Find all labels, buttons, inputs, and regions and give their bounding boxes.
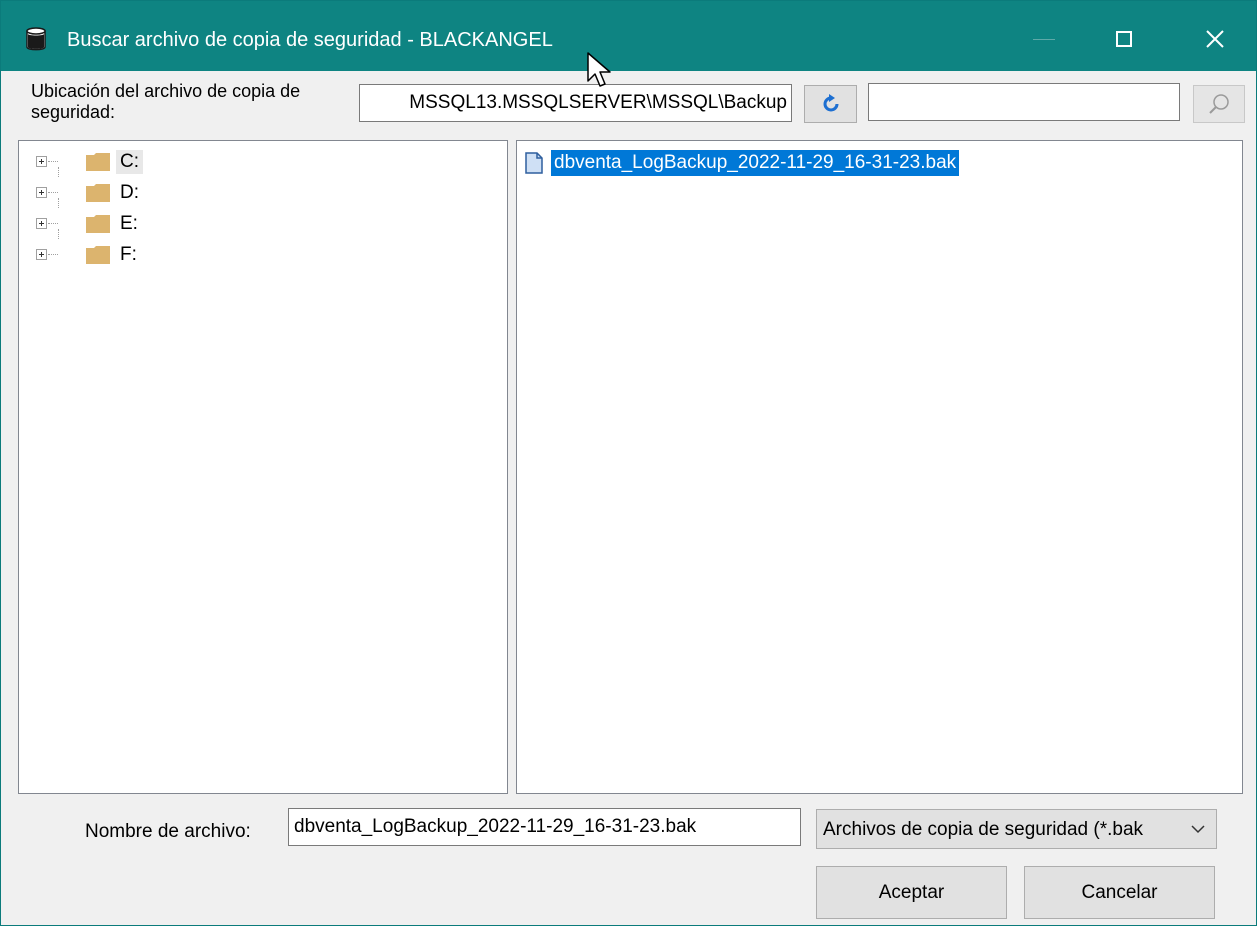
accept-button[interactable]: Aceptar bbox=[816, 866, 1007, 919]
folder-icon bbox=[86, 184, 110, 202]
close-icon bbox=[1206, 30, 1224, 48]
title-bar[interactable]: Buscar archivo de copia de seguridad - B… bbox=[1, 1, 1256, 71]
tree-item-label: D: bbox=[120, 182, 139, 203]
tree-item-drive-f[interactable]: F: bbox=[36, 241, 176, 269]
filename-value: dbventa_LogBackup_2022-11-29_16-31-23.ba… bbox=[294, 816, 697, 837]
maximize-icon bbox=[1116, 31, 1132, 47]
backup-location-value: MSSQL13.MSSQLSERVER\MSSQL\Backup bbox=[409, 92, 787, 113]
folder-tree[interactable]: C: D: E: F: bbox=[18, 140, 508, 794]
file-icon bbox=[525, 152, 543, 174]
tree-item-drive-e[interactable]: E: bbox=[36, 210, 176, 239]
filename-label: Nombre de archivo: bbox=[85, 821, 251, 842]
backup-location-input[interactable]: MSSQL13.MSSQLSERVER\MSSQL\Backup bbox=[359, 84, 792, 122]
tree-item-drive-c[interactable]: C: bbox=[36, 148, 176, 177]
tree-connector bbox=[58, 229, 60, 239]
minimize-icon bbox=[1033, 38, 1055, 40]
location-label: Ubicación del archivo de copia de seguri… bbox=[31, 81, 301, 122]
folder-icon bbox=[86, 153, 110, 171]
backup-file-dialog: Buscar archivo de copia de seguridad - B… bbox=[0, 0, 1257, 926]
mouse-pointer-icon bbox=[587, 52, 611, 87]
tree-connector bbox=[48, 192, 58, 194]
tree-item-label: F: bbox=[120, 244, 137, 265]
file-type-dropdown[interactable]: Archivos de copia de seguridad (*.bak bbox=[816, 809, 1217, 849]
chevron-down-icon bbox=[1191, 825, 1205, 834]
search-button[interactable] bbox=[1193, 85, 1245, 123]
file-type-value: Archivos de copia de seguridad (*.bak bbox=[823, 819, 1144, 840]
close-button[interactable] bbox=[1191, 16, 1239, 62]
folder-icon bbox=[86, 246, 110, 264]
tree-connector bbox=[48, 223, 58, 225]
tree-connector bbox=[58, 198, 60, 208]
file-name: dbventa_LogBackup_2022-11-29_16-31-23.ba… bbox=[551, 150, 960, 176]
tree-item-drive-d[interactable]: D: bbox=[36, 179, 176, 208]
folder-icon bbox=[86, 215, 110, 233]
search-icon bbox=[1209, 94, 1229, 114]
maximize-button[interactable] bbox=[1100, 16, 1148, 62]
refresh-button[interactable] bbox=[804, 85, 857, 123]
window-title: Buscar archivo de copia de seguridad - B… bbox=[67, 29, 553, 51]
tree-connector bbox=[48, 254, 58, 256]
expand-icon[interactable] bbox=[36, 156, 47, 167]
filename-input[interactable]: dbventa_LogBackup_2022-11-29_16-31-23.ba… bbox=[288, 808, 801, 846]
search-input[interactable] bbox=[868, 83, 1180, 121]
expand-icon[interactable] bbox=[36, 187, 47, 198]
tree-item-label: C: bbox=[116, 150, 143, 174]
expand-icon[interactable] bbox=[36, 218, 47, 229]
database-icon bbox=[26, 27, 46, 51]
tree-item-label: E: bbox=[120, 213, 138, 234]
tree-connector bbox=[48, 161, 58, 163]
file-list[interactable]: dbventa_LogBackup_2022-11-29_16-31-23.ba… bbox=[516, 140, 1243, 794]
expand-icon[interactable] bbox=[36, 249, 47, 260]
refresh-icon bbox=[823, 94, 838, 112]
tree-connector bbox=[58, 167, 60, 177]
minimize-button[interactable] bbox=[1020, 16, 1068, 62]
cancel-button[interactable]: Cancelar bbox=[1024, 866, 1215, 919]
